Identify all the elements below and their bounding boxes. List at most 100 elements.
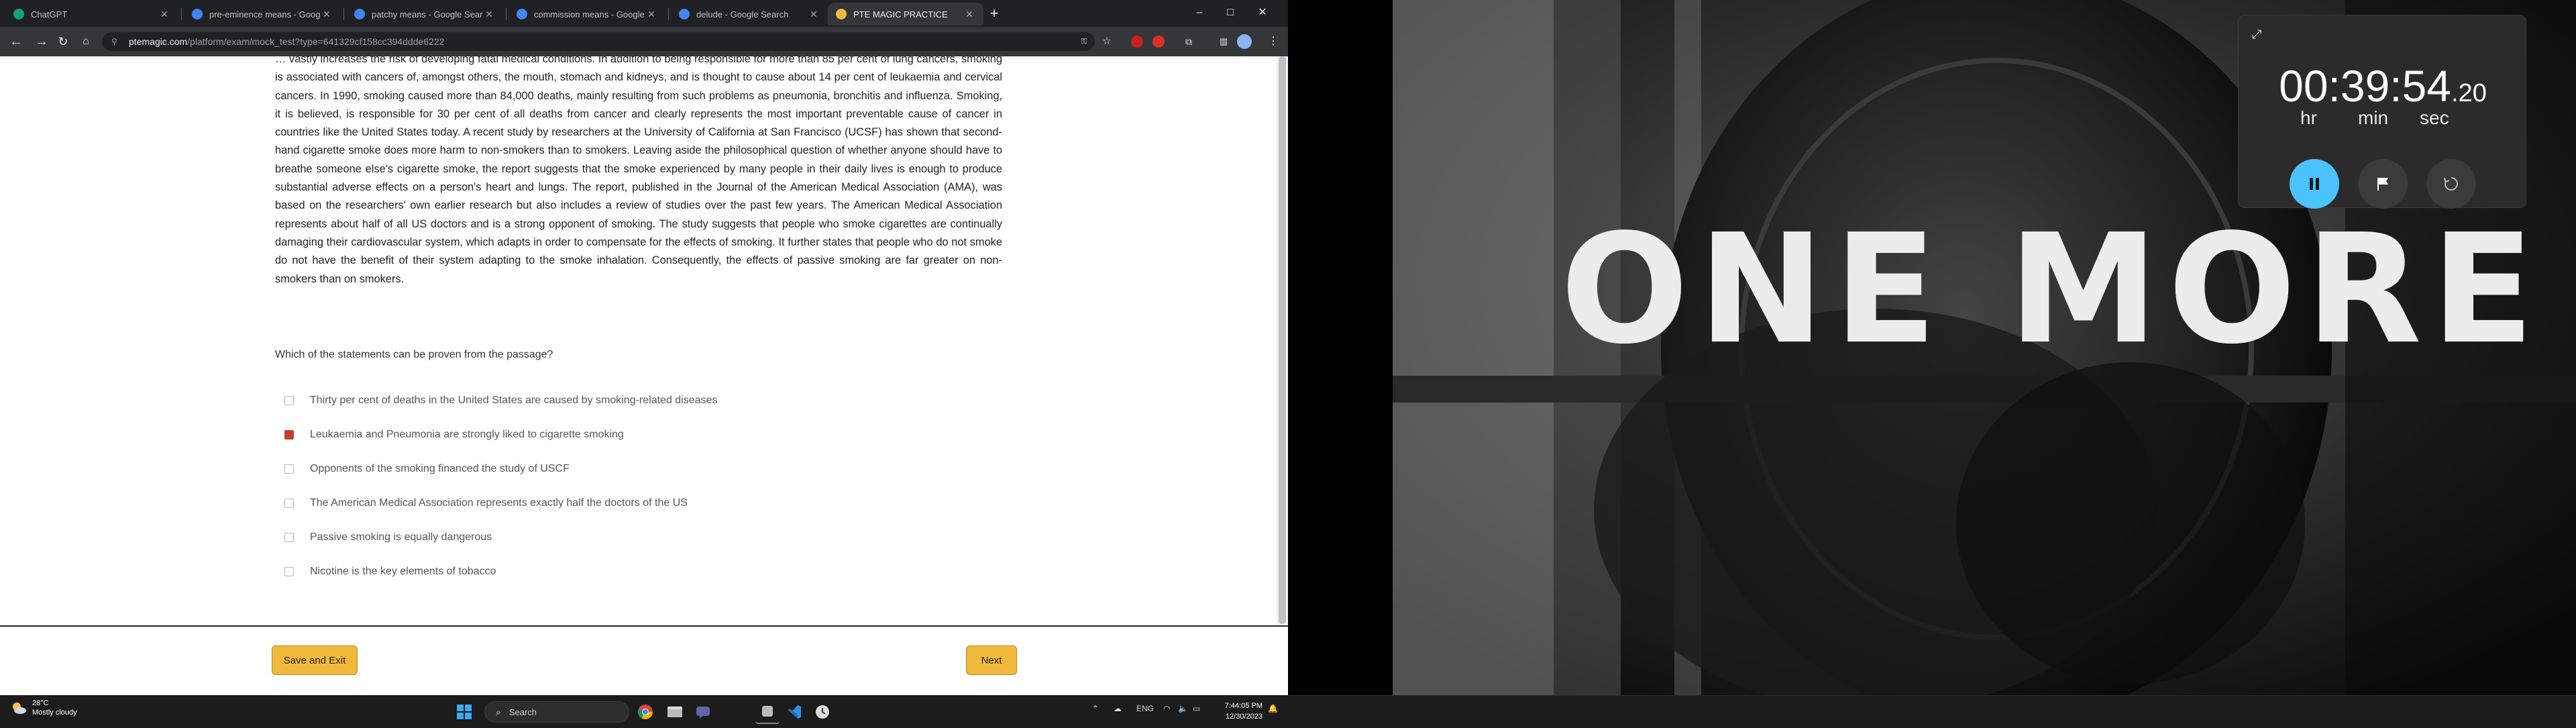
reading-passage: … vastly increases the risk of developin…: [275, 56, 1002, 285]
maximize-button[interactable]: □: [1216, 3, 1245, 23]
show-hidden-icons-chevron[interactable]: ⌃: [1092, 704, 1099, 713]
clock-date: 12/30/2023: [1225, 713, 1263, 721]
reload-button[interactable]: ↻: [54, 32, 72, 51]
answer-option[interactable]: Leukaemia and Pneumonia are strongly lik…: [284, 426, 624, 444]
weather-widget[interactable]: 28°C Mostly cloudy: [11, 698, 77, 717]
chrome-icon: [637, 705, 653, 719]
taskbar-app-chrome[interactable]: [633, 700, 657, 724]
close-icon[interactable]: ✕: [808, 9, 820, 20]
option-label: Nicotine is the key elements of tobacco: [310, 566, 496, 577]
site-info-icon[interactable]: ⚲: [111, 37, 121, 46]
option-label: Thirty per cent of deaths in the United …: [310, 395, 718, 406]
home-button[interactable]: ⌂: [76, 32, 95, 51]
url-text: ptemagic.com/platform/exam/mock_test?typ…: [129, 36, 445, 47]
unit-hours: hr: [2300, 107, 2317, 128]
answer-option[interactable]: Nicotine is the key elements of tobacco: [284, 563, 496, 580]
unit-seconds: sec: [2420, 107, 2449, 128]
taskbar-app-vscode[interactable]: [782, 700, 806, 724]
taskbar-app-teams[interactable]: [691, 700, 715, 724]
weather-temperature: 28°C: [32, 699, 49, 707]
tab-label: ChatGPT: [31, 9, 68, 19]
sidepanel-icon[interactable]: ▥: [1216, 34, 1232, 50]
windows-logo-icon: [457, 705, 472, 719]
tab-label: commission means - Google Se: [534, 9, 645, 19]
tab-pre-eminence[interactable]: pre-eminence means - Google ✕: [184, 3, 341, 25]
close-icon[interactable]: ✕: [158, 9, 170, 20]
password-key-icon[interactable]: ⚿: [1076, 34, 1092, 50]
close-icon[interactable]: ✕: [483, 9, 495, 20]
option-checkbox[interactable]: [284, 499, 294, 508]
option-label: Opponents of the smoking financed the st…: [310, 463, 570, 474]
flag-icon: [2377, 178, 2388, 191]
forward-button[interactable]: →: [32, 32, 51, 51]
close-icon[interactable]: ✕: [645, 9, 657, 20]
taskbar-app-clock[interactable]: [810, 700, 835, 724]
tab-chatgpt[interactable]: ChatGPT ✕: [5, 3, 178, 25]
onedrive-cloud-icon[interactable]: ☁: [1114, 704, 1122, 713]
tab-label: pre-eminence means - Google: [209, 9, 321, 19]
extensions-puzzle-icon[interactable]: ⧉: [1181, 34, 1197, 50]
taskbar-search[interactable]: ⌕ Search: [484, 701, 629, 723]
search-icon: ⌕: [496, 706, 501, 717]
close-icon[interactable]: ✕: [321, 9, 333, 20]
tab-label: delude - Google Search: [696, 9, 789, 19]
search-placeholder: Search: [508, 707, 537, 717]
minimize-button[interactable]: –: [1185, 3, 1214, 23]
stopwatch-window: ⤢ 00:39:54.20 hr min sec: [2238, 15, 2526, 209]
new-tab-button[interactable]: +: [985, 4, 1004, 23]
option-checkbox[interactable]: [284, 396, 294, 405]
close-window-button[interactable]: ✕: [1248, 3, 1277, 23]
answer-option[interactable]: Opponents of the smoking financed the st…: [284, 460, 570, 478]
google-icon: [517, 9, 527, 19]
pause-button[interactable]: [2290, 159, 2339, 209]
screen: ChatGPT ✕ pre-eminence means - Google ✕ …: [0, 0, 2576, 728]
start-button[interactable]: [452, 700, 476, 724]
scrollbar-thumb[interactable]: [1279, 56, 1286, 624]
menu-kebab-icon[interactable]: ⋮: [1265, 34, 1281, 50]
weather-description: Mostly cloudy: [32, 709, 77, 717]
pause-icon: [2310, 178, 2319, 190]
vscode-icon: [788, 705, 801, 719]
profile-avatar[interactable]: [1237, 34, 1252, 49]
wifi-icon[interactable]: ◠: [1163, 704, 1170, 713]
answer-option[interactable]: Thirty per cent of deaths in the United …: [284, 392, 717, 409]
extension-red-icon[interactable]: [1131, 36, 1143, 48]
bookmark-star-icon[interactable]: ☆: [1099, 34, 1115, 50]
option-checkbox[interactable]: [284, 464, 294, 474]
input-language[interactable]: ENG: [1136, 704, 1154, 713]
lap-button[interactable]: [2358, 159, 2408, 209]
taskbar-app-active[interactable]: [755, 700, 780, 724]
next-button[interactable]: Next: [966, 645, 1017, 675]
tab-pte-magic[interactable]: PTE MAGIC PRACTICE ✕: [828, 3, 983, 25]
back-button[interactable]: ←: [7, 32, 25, 51]
google-icon: [354, 9, 365, 19]
tab-commission[interactable]: commission means - Google Se ✕: [508, 3, 665, 25]
notifications-bell-icon[interactable]: 🔔: [1268, 704, 1278, 713]
expand-icon[interactable]: ⤢: [2252, 26, 2268, 42]
folder-icon: [667, 707, 682, 717]
adblock-icon[interactable]: [1152, 36, 1165, 48]
option-label: Passive smoking is equally dangerous: [310, 531, 492, 543]
answer-option[interactable]: The American Medical Association represe…: [284, 495, 688, 512]
option-checkbox[interactable]: [284, 567, 294, 576]
battery-icon[interactable]: ▭: [1193, 704, 1200, 713]
clock-app-icon: [816, 705, 829, 719]
system-clock[interactable]: 7:44:05 PM 12/30/2023: [1216, 700, 1263, 722]
browser-toolbar: ← → ↻ ⌂ ⚲ ptemagic.com/platform/exam/moc…: [0, 27, 1288, 56]
tab-label: PTE MAGIC PRACTICE: [853, 9, 948, 19]
google-icon: [679, 9, 690, 19]
page-scrollbar[interactable]: [1277, 56, 1288, 625]
tab-delude[interactable]: delude - Google Search ✕: [671, 3, 828, 25]
option-checkbox-checked[interactable]: [284, 430, 294, 439]
unit-minutes: min: [2358, 107, 2389, 128]
tab-patchy[interactable]: patchy means - Google Search ✕: [346, 3, 503, 25]
option-checkbox[interactable]: [284, 533, 294, 542]
taskbar-app-file-explorer[interactable]: [663, 700, 687, 724]
answer-option[interactable]: Passive smoking is equally dangerous: [284, 529, 492, 546]
address-bar[interactable]: ⚲ ptemagic.com/platform/exam/mock_test?t…: [102, 32, 1095, 51]
close-icon[interactable]: ✕: [963, 9, 975, 20]
save-and-exit-button[interactable]: Save and Exit: [272, 645, 358, 675]
pte-magic-icon: [836, 9, 847, 19]
reset-button[interactable]: [2426, 159, 2476, 209]
volume-icon[interactable]: 🔈: [1178, 704, 1188, 713]
